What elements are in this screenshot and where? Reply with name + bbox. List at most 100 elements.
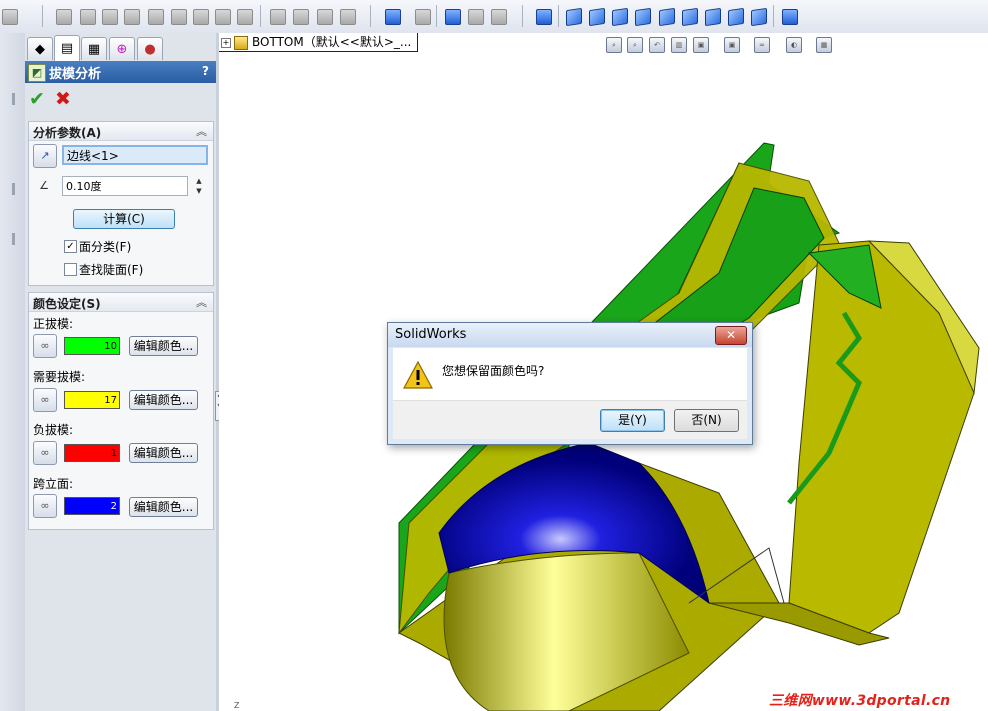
feature-tree-icon: ◆ xyxy=(35,41,45,57)
view-left-icon[interactable] xyxy=(612,7,628,27)
shaded-icon[interactable] xyxy=(445,9,461,25)
zoom-to-selection-icon[interactable] xyxy=(385,9,401,25)
angle-spinner[interactable]: ▲ ▼ xyxy=(193,176,205,196)
color-settings-header[interactable]: 颜色设定(S) ︽ xyxy=(29,293,213,312)
previous-view-icon[interactable]: ↶ xyxy=(649,37,665,53)
toolbar-separator xyxy=(773,5,774,27)
find-steep-faces-checkbox[interactable] xyxy=(64,263,77,276)
hole-callout-icon[interactable] xyxy=(293,9,309,25)
property-icon: ▤ xyxy=(60,41,74,56)
analysis-params-header[interactable]: 分析参数(A) ︽ xyxy=(29,122,213,141)
analysis-params-group: 分析参数(A) ︽ ↗ 边线<1> ∠ 0.10度 ▲ ▼ 计算(C) ✓ 面分类… xyxy=(28,121,214,286)
positive-draft-label: 正拔模: xyxy=(33,317,74,331)
positive-draft-swatch: 10 xyxy=(64,337,120,355)
toolbar-separator xyxy=(42,5,43,27)
collapse-chevron-icon[interactable]: ︽ xyxy=(196,294,207,310)
spell-check-icon[interactable] xyxy=(56,9,72,25)
draft-angle-field[interactable]: 0.10度 xyxy=(62,176,188,196)
tab-configuration-manager[interactable]: ▦ xyxy=(81,37,107,60)
direction-of-pull-icon[interactable]: ↗ xyxy=(33,144,57,168)
view-orientation-icon[interactable]: ▣ xyxy=(693,37,709,53)
edit-color-button[interactable]: 编辑颜色... xyxy=(129,390,198,410)
toolbar-separator xyxy=(370,5,371,27)
sum-icon[interactable] xyxy=(193,9,209,25)
cancel-button[interactable]: ✖ xyxy=(55,89,71,109)
calculate-button[interactable]: 计算(C) xyxy=(73,209,175,229)
ok-button[interactable]: ✔ xyxy=(29,89,45,109)
block-icon[interactable] xyxy=(340,9,356,25)
part-icon xyxy=(234,35,248,50)
flag-icon[interactable] xyxy=(171,9,187,25)
show-hide-icon[interactable]: ∞ xyxy=(33,334,57,358)
note-icon[interactable] xyxy=(124,9,140,25)
view-back-icon[interactable] xyxy=(589,7,605,27)
strip-marker xyxy=(12,233,15,245)
collapse-chevron-icon[interactable]: ︽ xyxy=(196,123,207,139)
datum-icon[interactable] xyxy=(317,9,333,25)
view-bottom-icon[interactable] xyxy=(682,7,698,27)
zoom-to-fit-icon[interactable]: ⌕ xyxy=(606,37,622,53)
panel-title-bar: ◩ 拔模分析 ? xyxy=(25,61,216,83)
toolbar-separator xyxy=(558,5,559,27)
draft-angle-icon: ∠ xyxy=(39,179,49,192)
toolbar-separator xyxy=(522,5,523,27)
feature-tree-flyout[interactable]: + BOTTOM（默认<<默认>_... xyxy=(219,33,419,52)
strip-marker xyxy=(12,183,15,195)
section-icon[interactable] xyxy=(468,9,484,25)
view-normal-icon[interactable] xyxy=(782,9,798,25)
zoom-to-area-icon[interactable]: ⌕ xyxy=(627,37,643,53)
section-view-icon[interactable]: ▥ xyxy=(671,37,687,53)
edit-color-button[interactable]: 编辑颜色... xyxy=(129,497,198,517)
negative-draft-swatch: 1 xyxy=(64,444,120,462)
appearance-icon[interactable] xyxy=(491,9,507,25)
edit-color-button[interactable]: 编辑颜色... xyxy=(129,443,198,463)
view-trimetric-icon[interactable] xyxy=(728,7,744,27)
show-hide-icon[interactable]: ∞ xyxy=(33,388,57,412)
dialog-button-bar: 是(Y) 否(N) xyxy=(393,400,747,439)
toolbar-separator xyxy=(260,5,261,27)
view-top-icon[interactable] xyxy=(659,7,675,27)
dialog-title: SolidWorks xyxy=(395,327,467,342)
dialog-title-bar[interactable]: SolidWorks ✕ xyxy=(388,323,752,347)
edit-appearance-icon[interactable]: ◐ xyxy=(786,37,802,53)
dimension-icon[interactable] xyxy=(215,9,231,25)
view-front-icon[interactable] xyxy=(566,7,582,27)
tab-feature-manager[interactable]: ◆ xyxy=(27,37,53,60)
table-icon[interactable] xyxy=(237,9,253,25)
tab-display-manager[interactable]: ● xyxy=(137,37,163,60)
dialog-message: 您想保留面颜色吗? xyxy=(442,364,545,378)
normal-to-icon[interactable] xyxy=(536,9,552,25)
view-dimetric-icon[interactable] xyxy=(751,7,767,27)
display-style-icon[interactable]: ▣ xyxy=(724,37,740,53)
axis-triad-label: Z xyxy=(234,701,240,710)
direction-edge-field[interactable]: 边线<1> xyxy=(62,145,208,165)
main-toolbar xyxy=(0,0,988,34)
format-icon[interactable] xyxy=(80,9,96,25)
view-isometric-icon[interactable] xyxy=(705,7,721,27)
toolbar-separator xyxy=(436,5,437,27)
view-right-icon[interactable] xyxy=(635,7,651,27)
dialog-close-button[interactable]: ✕ xyxy=(715,326,747,345)
face-classification-checkbox[interactable]: ✓ xyxy=(64,240,77,253)
requires-draft-swatch: 17 xyxy=(64,391,120,409)
undo-icon[interactable] xyxy=(2,9,18,25)
weld-icon[interactable] xyxy=(270,9,286,25)
draft-analysis-icon: ◩ xyxy=(28,64,46,82)
face-classification-label: 面分类(F) xyxy=(79,240,132,254)
tab-dimxpert[interactable]: ⊕ xyxy=(109,37,135,60)
help-button[interactable]: ? xyxy=(202,64,209,78)
yes-button[interactable]: 是(Y) xyxy=(600,409,665,432)
show-hide-icon[interactable]: ∞ xyxy=(33,441,57,465)
left-edge-strip xyxy=(0,33,26,711)
checkbox-icon[interactable] xyxy=(148,9,164,25)
apply-scene-icon[interactable]: ▦ xyxy=(816,37,832,53)
requires-draft-label: 需要拔模: xyxy=(33,370,86,384)
no-button[interactable]: 否(N) xyxy=(674,409,739,432)
align-icon[interactable] xyxy=(102,9,118,25)
render-icon[interactable] xyxy=(415,9,431,25)
tab-property-manager[interactable]: ▤ xyxy=(54,35,80,61)
edit-color-button[interactable]: 编辑颜色... xyxy=(129,336,198,356)
show-hide-icon[interactable]: ∞ xyxy=(33,494,57,518)
hide-show-items-icon[interactable]: ∞ xyxy=(754,37,770,53)
expand-icon[interactable]: + xyxy=(221,37,231,48)
